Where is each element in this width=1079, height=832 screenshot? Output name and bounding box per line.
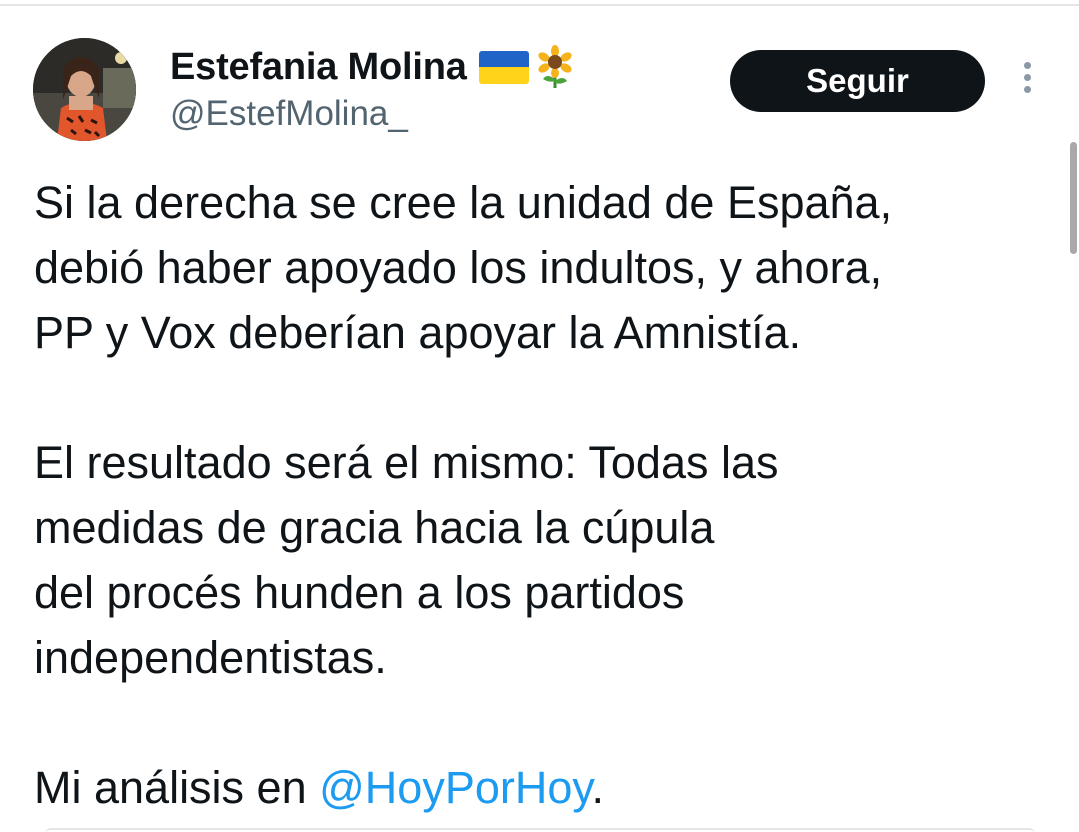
embedded-card-edge	[45, 828, 1035, 832]
divider	[0, 4, 1079, 6]
tweet-closing-line: Mi análisis en @HoyPorHoy.	[34, 755, 1044, 820]
tweet-line: debió haber apoyado los indultos, y ahor…	[34, 242, 883, 293]
ukraine-flag-icon	[478, 50, 529, 84]
closing-suffix: .	[591, 762, 605, 813]
avatar[interactable]	[33, 38, 136, 141]
tweet-card: Estefania Molina @EstefMolina_ Seguir Si…	[0, 0, 1079, 832]
avatar-photo	[33, 38, 136, 141]
mention-link[interactable]: @HoyPorHoy	[319, 762, 591, 813]
closing-prefix: Mi análisis en	[34, 762, 320, 813]
author-name-row[interactable]: Estefania Molina	[170, 42, 573, 92]
display-name[interactable]: Estefania Molina	[170, 46, 467, 89]
tweet-line: PP y Vox deberían apoyar la Amnistía.	[34, 307, 802, 358]
follow-button[interactable]: Seguir	[730, 50, 985, 112]
scrollbar[interactable]	[1070, 142, 1077, 254]
tweet-line: del procés hunden a los partidos	[34, 567, 685, 618]
sunflower-icon	[538, 45, 572, 88]
tweet-line: medidas de gracia hacia la cúpula	[34, 502, 715, 553]
tweet-line: Si la derecha se cree la unidad de Españ…	[34, 177, 893, 228]
tweet-line: independentistas.	[34, 632, 387, 683]
tweet-line: El resultado será el mismo: Todas las	[34, 437, 779, 488]
tweet-text: Si la derecha se cree la unidad de Españ…	[34, 170, 1044, 820]
more-options-icon[interactable]	[1018, 62, 1036, 102]
author-handle[interactable]: @EstefMolina_	[170, 94, 408, 134]
